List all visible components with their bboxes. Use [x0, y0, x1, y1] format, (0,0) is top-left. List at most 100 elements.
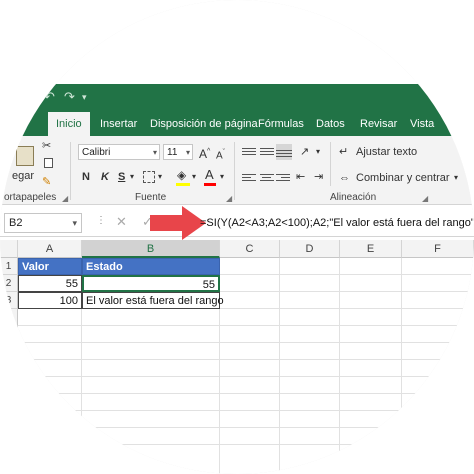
fill-color-icon[interactable]: ◈	[177, 167, 186, 183]
chevron-down-icon: ▾	[152, 148, 157, 157]
row-gridline	[18, 342, 474, 343]
customize-toolbar-icon[interactable]: ▾	[82, 86, 87, 108]
chevron-down-icon[interactable]: ▾	[454, 170, 458, 186]
row-header[interactable]: 10	[0, 411, 18, 428]
row-header[interactable]: 11	[0, 428, 18, 445]
cell-a2[interactable]: 55	[18, 275, 82, 292]
wrap-text-button[interactable]: Ajustar texto	[356, 144, 417, 160]
row-gridline	[18, 444, 474, 445]
alignment-group-label: Alineación	[330, 192, 377, 203]
chevron-down-icon[interactable]: ▾	[220, 169, 224, 185]
paste-button-label[interactable]: egar	[12, 168, 34, 184]
borders-icon[interactable]	[143, 171, 155, 183]
name-box-value: B2	[9, 217, 23, 229]
chevron-down-icon: ▾	[185, 148, 190, 157]
column-header-b[interactable]: B	[82, 240, 220, 258]
chevron-down-icon[interactable]: ▾	[158, 169, 162, 185]
align-right-icon[interactable]	[276, 172, 290, 184]
redo-icon[interactable]: ↷	[64, 86, 75, 108]
cancel-formula-icon[interactable]: ✕	[116, 214, 127, 230]
row-header[interactable]: 9	[0, 394, 18, 411]
chevron-down-icon[interactable]: ▾	[192, 169, 196, 185]
font-launcher-icon[interactable]: ◢	[226, 194, 232, 203]
align-bottom-icon[interactable]	[276, 144, 292, 160]
row-gridline	[18, 376, 474, 377]
orientation-icon[interactable]: ↗	[300, 144, 309, 160]
align-top-icon[interactable]	[242, 146, 256, 158]
fill-color-swatch	[176, 183, 190, 186]
merge-center-button[interactable]: Combinar y centrar	[356, 170, 450, 186]
increase-indent-icon[interactable]: ⇥	[314, 169, 323, 185]
row-gridline	[18, 325, 474, 326]
cell-a1[interactable]: Valor	[18, 258, 82, 275]
wrap-text-icon[interactable]: ↵	[339, 144, 348, 160]
cell-b3[interactable]: El valor está fuera del rango	[82, 292, 224, 309]
row-gridline	[18, 393, 474, 394]
formula-bar-grip-icon: ⋮	[96, 215, 106, 226]
tab-disposicion[interactable]: Disposición de página	[142, 112, 266, 136]
column-gridline	[339, 258, 340, 474]
shrink-font-button[interactable]: Aˇ	[216, 145, 225, 164]
row-header[interactable]: 2	[0, 275, 18, 292]
chevron-down-icon[interactable]: ▾	[316, 144, 320, 160]
shrink-font-glyph: A	[216, 150, 223, 162]
format-painter-icon[interactable]: ✎	[42, 174, 51, 190]
row-header[interactable]: 6	[0, 343, 18, 360]
ribbon-tabs: Inicio Insertar Disposición de página Fó…	[0, 112, 474, 136]
row-gridline	[18, 427, 474, 428]
row-gridline	[18, 410, 474, 411]
cell-a3[interactable]: 100	[18, 292, 82, 309]
font-color-icon[interactable]: A	[205, 167, 214, 183]
undo-icon[interactable]: ↶	[44, 86, 55, 108]
title-bar: ↶ ↷ ▾	[0, 84, 474, 112]
merge-center-icon[interactable]: ⇔	[339, 170, 350, 186]
chevron-down-icon[interactable]: ▾	[130, 169, 134, 185]
tab-datos[interactable]: Datos	[308, 112, 353, 136]
chevron-down-icon: ▾	[72, 218, 77, 228]
row-header[interactable]: 3	[0, 292, 18, 309]
align-center-icon[interactable]	[260, 172, 274, 184]
column-header-d[interactable]: D	[280, 240, 340, 258]
select-all-corner[interactable]	[0, 240, 18, 258]
copy-icon[interactable]	[44, 158, 53, 168]
cut-icon[interactable]: ✂	[42, 138, 51, 154]
paste-icon[interactable]	[16, 146, 34, 166]
font-group-label: Fuente	[135, 192, 167, 203]
tab-inicio[interactable]: Inicio	[48, 112, 90, 136]
row-header[interactable]: 4	[0, 309, 18, 326]
formula-text[interactable]: =SI(Y(A2<A3;A2<100);A2;"El valor está fu…	[200, 214, 474, 232]
tab-insertar[interactable]: Insertar	[92, 112, 145, 136]
tab-formulas[interactable]: Fórmulas	[250, 112, 312, 136]
font-size-select[interactable]: 11 ▾	[163, 144, 193, 160]
column-header-a[interactable]: A	[18, 240, 82, 258]
font-color-swatch	[204, 183, 216, 186]
name-box[interactable]: B2 ▾	[4, 213, 82, 233]
screenshot-stage: ↶ ↷ ▾ Inicio Insertar Disposición de pág…	[0, 0, 474, 474]
font-family-select[interactable]: Calibri ▾	[78, 144, 160, 160]
tab-vista[interactable]: Vista	[402, 112, 442, 136]
cell-b2[interactable]: 55	[82, 275, 220, 292]
decrease-indent-icon[interactable]: ⇤	[296, 169, 305, 185]
column-header-e[interactable]: E	[340, 240, 402, 258]
cell-b1[interactable]: Estado	[82, 258, 220, 275]
italic-button[interactable]: K	[101, 169, 109, 185]
tab-file[interactable]	[30, 112, 38, 136]
clipboard-launcher-icon[interactable]: ◢	[62, 194, 68, 203]
group-divider	[330, 142, 331, 186]
grow-font-button[interactable]: A^	[199, 144, 210, 162]
underline-button[interactable]: S	[118, 169, 125, 185]
row-header[interactable]: 7	[0, 360, 18, 377]
alignment-launcher-icon[interactable]: ◢	[422, 194, 428, 203]
group-divider	[70, 142, 71, 200]
row-header[interactable]: 8	[0, 377, 18, 394]
bold-button[interactable]: N	[82, 169, 90, 185]
align-left-icon[interactable]	[242, 172, 256, 184]
font-family-value: Calibri	[82, 147, 111, 158]
tab-revisar[interactable]: Revisar	[352, 112, 405, 136]
column-header-c[interactable]: C	[220, 240, 280, 258]
row-gridline	[18, 359, 474, 360]
row-header[interactable]: 1	[0, 258, 18, 275]
align-middle-icon[interactable]	[260, 146, 274, 158]
column-header-f[interactable]: F	[402, 240, 474, 258]
row-header[interactable]: 5	[0, 326, 18, 343]
